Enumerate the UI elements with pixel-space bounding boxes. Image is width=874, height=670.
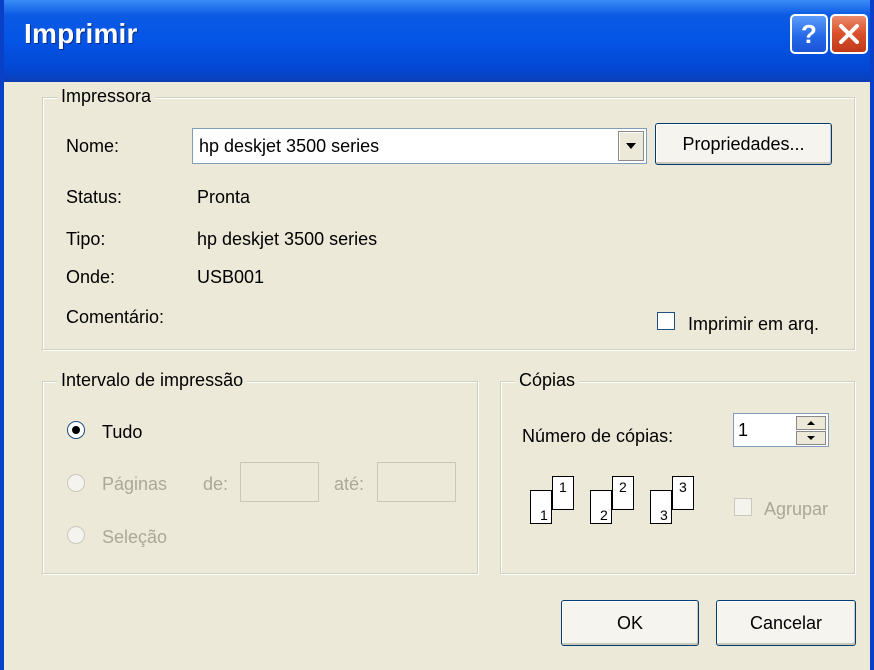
type-label: Tipo: (66, 229, 106, 249)
printer-name-select[interactable]: hp deskjet 3500 series (192, 128, 647, 164)
range-from-label: de: (203, 474, 229, 494)
print-dialog: Imprimir ? Impressora Nome: hp deskjet 3… (0, 0, 874, 670)
copies-count-spinner[interactable]: 1 (733, 413, 829, 447)
ok-button[interactable]: OK (561, 600, 699, 646)
close-icon (839, 24, 859, 44)
cancel-button[interactable]: Cancelar (716, 600, 856, 646)
printer-name-value: hp deskjet 3500 series (199, 136, 380, 156)
radio-selected-dot (72, 426, 80, 434)
range-pages-radio[interactable] (67, 474, 85, 492)
range-selection-label[interactable]: Seleção (102, 527, 167, 548)
collate-page-back-3: 3 (672, 476, 694, 510)
printer-dropdown-button[interactable] (618, 131, 644, 161)
copies-count-value: 1 (738, 420, 749, 440)
spin-up-icon (807, 421, 815, 425)
help-button[interactable]: ? (790, 14, 828, 54)
spin-down-button[interactable] (796, 431, 826, 445)
collate-page-back-2: 2 (612, 476, 634, 510)
spin-up-button[interactable] (796, 416, 826, 430)
title-bar[interactable]: Imprimir ? (4, 0, 870, 82)
range-to-label: até: (334, 474, 365, 494)
dropdown-arrow-icon (626, 143, 636, 149)
close-button[interactable] (830, 14, 868, 54)
comment-label: Comentário: (66, 307, 165, 327)
range-to-input[interactable] (377, 462, 456, 502)
where-value: USB001 (197, 267, 265, 287)
printer-group-title: Impressora (57, 86, 156, 107)
range-all-radio[interactable] (67, 421, 85, 439)
type-value: hp deskjet 3500 series (197, 229, 378, 249)
collate-page-front-3: 3 (650, 490, 672, 524)
collate-page-front-2: 2 (590, 490, 612, 524)
properties-button[interactable]: Propriedades... (655, 123, 832, 165)
ok-button-label: OK (616, 612, 643, 633)
spin-down-icon (807, 436, 815, 440)
range-from-input[interactable] (240, 462, 319, 502)
collate-label[interactable]: Agrupar (764, 499, 828, 520)
copies-count-label: Número de cópias: (522, 426, 674, 446)
collate-checkbox[interactable] (734, 498, 752, 516)
collate-page-front-1: 1 (530, 490, 552, 524)
where-label: Onde: (66, 267, 116, 287)
range-pages-label[interactable]: Páginas (102, 474, 167, 495)
collate-page-back-1: 1 (552, 476, 574, 510)
cancel-button-label: Cancelar (749, 612, 823, 633)
properties-button-label: Propriedades... (682, 133, 805, 154)
collate-icon: 1 1 2 2 3 3 (522, 474, 722, 534)
printer-name-label: Nome: (66, 136, 120, 156)
print-to-file-checkbox[interactable] (657, 312, 675, 330)
status-value: Pronta (197, 187, 251, 207)
range-all-label[interactable]: Tudo (102, 422, 142, 443)
status-label: Status: (66, 187, 123, 207)
copies-group-title: Cópias (515, 370, 580, 391)
window-title: Imprimir (24, 18, 138, 49)
help-icon: ? (801, 18, 817, 49)
range-selection-radio[interactable] (67, 526, 85, 544)
print-range-group-title: Intervalo de impressão (57, 370, 248, 391)
print-to-file-label[interactable]: Imprimir em arq. (688, 314, 819, 335)
